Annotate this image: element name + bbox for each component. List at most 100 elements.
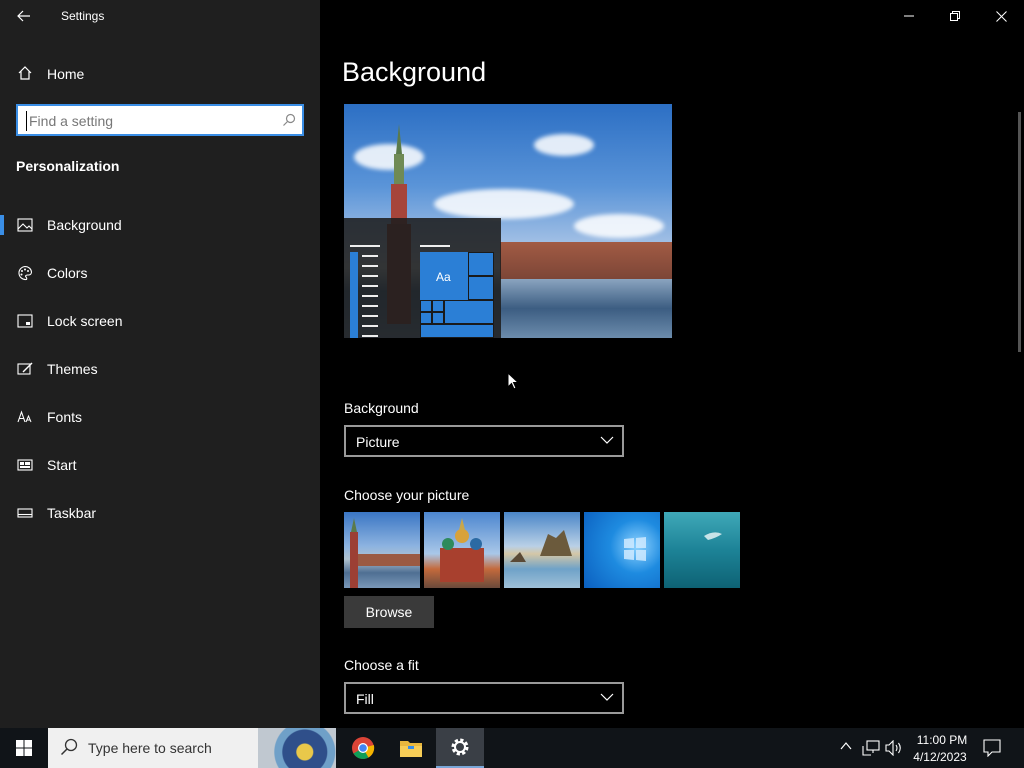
sidebar: Settings Home Personalization Background…: [0, 0, 320, 728]
sidebar-item-background[interactable]: Background: [0, 205, 320, 245]
picture-thumbnail[interactable]: [584, 512, 660, 588]
themes-icon: [16, 360, 34, 378]
home-label: Home: [47, 66, 85, 82]
taskbar-search-box[interactable]: Type here to search: [48, 728, 336, 768]
sidebar-item-label: Start: [47, 457, 77, 473]
taskbar: Type here to search 11:00 PM 4/12/2023: [0, 728, 1024, 768]
mock-line: [362, 265, 378, 267]
background-label: Background: [344, 400, 419, 416]
windows-start-icon: [16, 740, 32, 756]
buildings-image: [500, 242, 672, 282]
mock-line: [362, 295, 378, 297]
browse-button[interactable]: Browse: [344, 596, 434, 628]
preview-tile: [420, 312, 432, 324]
clock-time[interactable]: 11:00 PM: [914, 733, 970, 747]
preview-tile: [444, 300, 494, 324]
mock-line: [362, 335, 378, 337]
start-icon: [16, 456, 34, 474]
picture-thumbnail[interactable]: [504, 512, 580, 588]
fit-dropdown[interactable]: Fill: [344, 682, 624, 714]
close-icon: [995, 10, 1007, 22]
sidebar-item-colors[interactable]: Colors: [0, 253, 320, 293]
restore-icon: [950, 11, 960, 21]
background-dropdown-value: Picture: [356, 434, 400, 450]
sidebar-item-label: Fonts: [47, 409, 83, 425]
sidebar-item-themes[interactable]: Themes: [0, 349, 320, 389]
taskbar-app-settings[interactable]: [436, 728, 484, 768]
chrome-icon: [352, 737, 375, 759]
page-title: Background: [342, 57, 487, 87]
search-icon[interactable]: [282, 113, 296, 127]
main-content: Background Aa Background Picture Choose …: [320, 0, 1024, 728]
search-highlight-image: [258, 728, 336, 768]
sidebar-item-fonts[interactable]: Fonts: [0, 397, 320, 437]
palette-icon: [16, 264, 34, 282]
taskbar-search-placeholder: Type here to search: [88, 740, 212, 756]
preview-start-menu: Aa: [344, 218, 501, 338]
sidebar-item-label: Themes: [47, 361, 98, 377]
background-dropdown[interactable]: Picture: [344, 425, 624, 457]
lock-screen-icon: [16, 312, 34, 330]
clock-date[interactable]: 4/12/2023: [910, 750, 970, 764]
mock-line: [362, 325, 378, 327]
preview-tile: [468, 252, 494, 276]
sidebar-item-lock-screen[interactable]: Lock screen: [0, 301, 320, 341]
preview-tile: [432, 300, 444, 312]
preview-tile: [432, 312, 444, 324]
preview-tile: [420, 324, 494, 338]
choose-picture-label: Choose your picture: [344, 487, 470, 503]
kremlin-image: [350, 518, 420, 588]
mock-line: [420, 245, 450, 247]
section-title: Personalization: [16, 158, 120, 174]
close-button[interactable]: [978, 0, 1024, 32]
settings-icon: [451, 738, 469, 756]
taskbar-app-file-explorer[interactable]: [387, 728, 435, 768]
search-input[interactable]: [26, 111, 276, 131]
mock-line: [350, 245, 380, 247]
sidebar-item-home[interactable]: Home: [0, 56, 320, 90]
network-icon[interactable]: [862, 740, 880, 756]
coastal-rocks-image: [510, 530, 572, 562]
fit-dropdown-value: Fill: [356, 691, 374, 707]
back-button[interactable]: [8, 4, 40, 28]
mock-line: [362, 285, 378, 287]
sidebar-item-start[interactable]: Start: [0, 445, 320, 485]
mock-line: [362, 315, 378, 317]
chevron-down-icon: [600, 693, 614, 701]
chevron-up-icon[interactable]: [840, 742, 852, 750]
file-explorer-icon: [400, 741, 422, 757]
search-box[interactable]: [16, 104, 304, 136]
sidebar-item-taskbar[interactable]: Taskbar: [0, 493, 320, 533]
cathedral-image: [440, 518, 484, 582]
notifications-icon[interactable]: [983, 739, 1001, 757]
picture-thumbnail[interactable]: [344, 512, 420, 588]
taskbar-app-chrome[interactable]: [339, 728, 387, 768]
start-button[interactable]: [0, 728, 48, 768]
restore-button[interactable]: [932, 0, 978, 32]
mock-line: [362, 255, 378, 257]
window-controls: [886, 0, 1024, 32]
title-bar: Settings: [0, 0, 320, 32]
preview-tile-label: Aa: [436, 270, 451, 284]
back-arrow-icon: [17, 10, 30, 22]
river-image: [500, 279, 672, 338]
cloud: [574, 214, 664, 238]
mock-line: [362, 305, 378, 307]
sidebar-item-label: Colors: [47, 265, 88, 281]
picture-icon: [16, 216, 34, 234]
mock-side-bar: [350, 252, 358, 338]
volume-icon[interactable]: [885, 740, 903, 756]
background-preview: Aa: [344, 104, 672, 338]
scrollbar[interactable]: [1018, 112, 1021, 352]
preview-tile: [420, 300, 432, 312]
preview-tile: Aa: [420, 252, 468, 300]
picture-thumbnail[interactable]: [664, 512, 740, 588]
mouse-cursor-icon: [507, 372, 519, 390]
picture-thumbnail[interactable]: [424, 512, 500, 588]
windows-logo-image: [624, 537, 646, 561]
underwater-swimmer-image: [704, 532, 722, 540]
sidebar-item-label: Taskbar: [47, 505, 97, 521]
minimize-button[interactable]: [886, 0, 932, 32]
taskbar-icon: [16, 504, 34, 522]
home-icon: [18, 66, 32, 80]
